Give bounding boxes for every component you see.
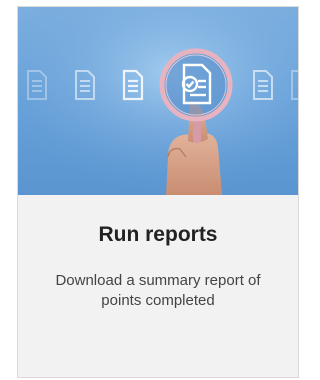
report-illustration [18,7,298,195]
card-description: Download a summary report of points comp… [55,272,261,309]
magnifier-handle [193,119,201,143]
card-content: Run reports Download a summary report of… [18,195,298,311]
card-title: Run reports [98,223,218,246]
run-reports-card[interactable]: Run reports Download a summary report of… [17,6,299,378]
magnifier-icon [159,48,233,122]
